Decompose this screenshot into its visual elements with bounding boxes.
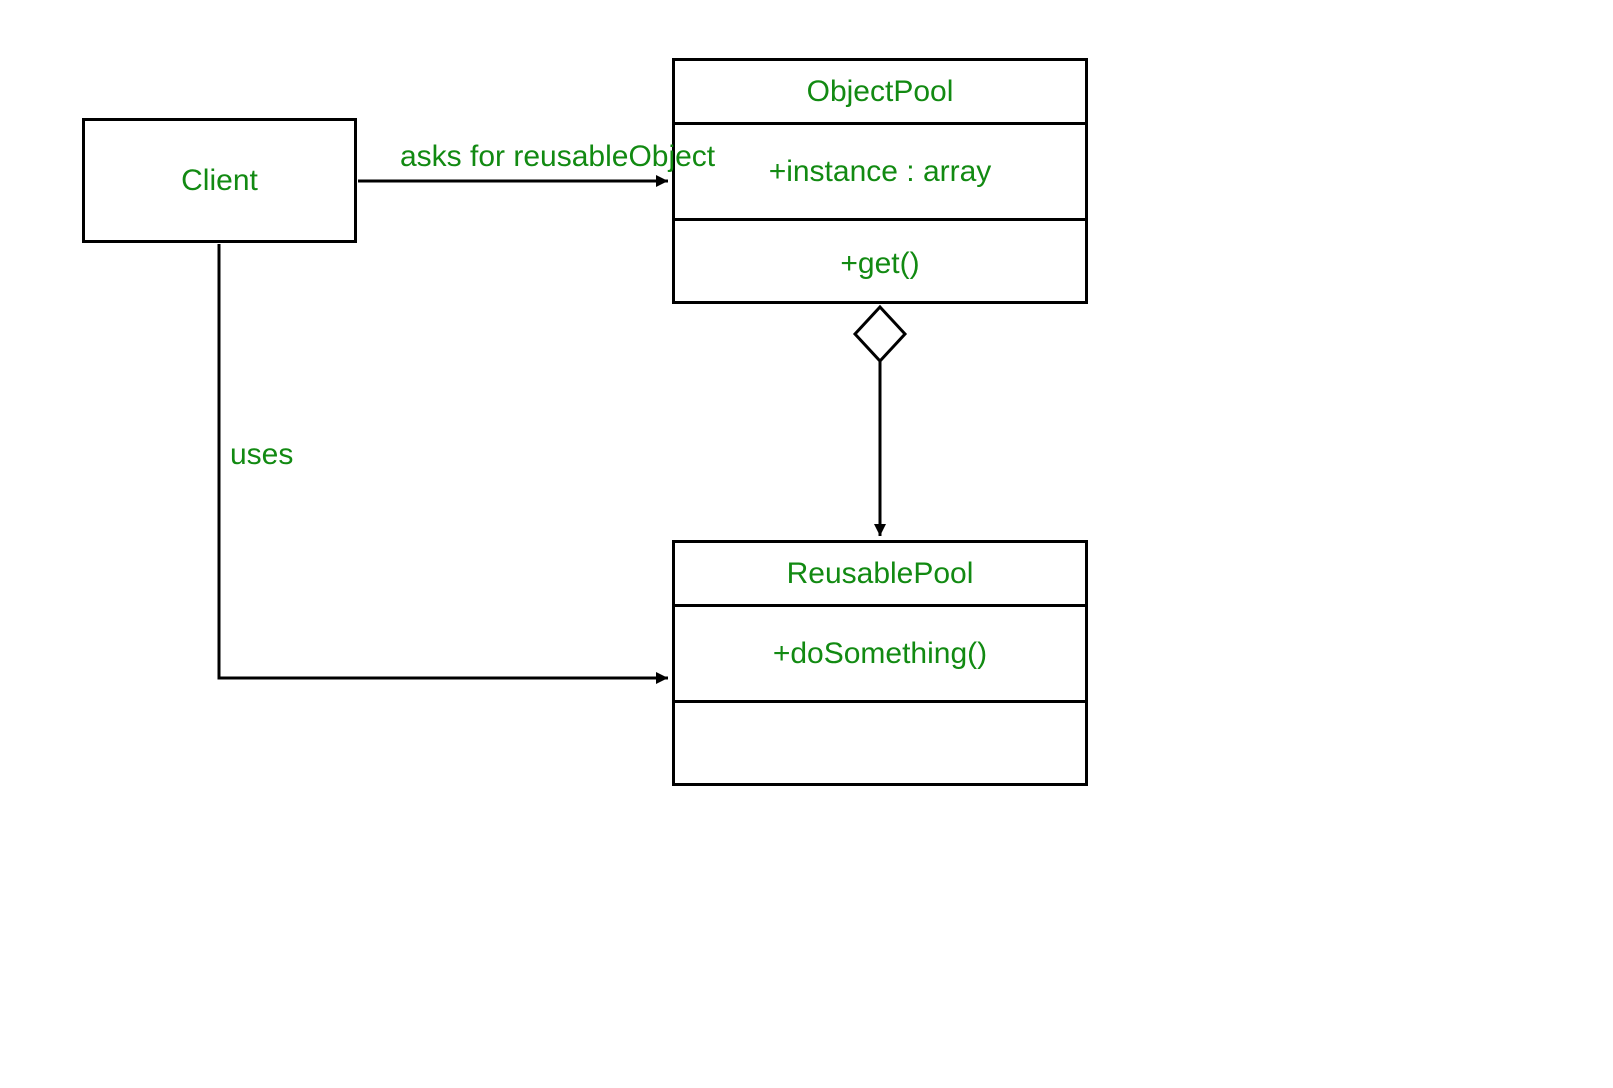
objectpool-class-name: ObjectPool — [675, 61, 1085, 125]
reusablepool-method: +doSomething() — [675, 607, 1085, 703]
client-class-name: Client — [85, 121, 354, 240]
objectpool-attribute: +instance : array — [675, 125, 1085, 221]
reusablepool-class-box: ReusablePool +doSomething() — [672, 540, 1088, 786]
client-class-box: Client — [82, 118, 357, 243]
reusablepool-empty-section — [675, 703, 1085, 789]
objectpool-class-box: ObjectPool +instance : array +get() — [672, 58, 1088, 304]
uses-label: uses — [230, 438, 293, 472]
aggregation-diamond — [855, 307, 905, 361]
asks-for-label: asks for reusableObject — [400, 140, 715, 174]
reusablepool-class-name: ReusablePool — [675, 543, 1085, 607]
objectpool-method: +get() — [675, 221, 1085, 307]
